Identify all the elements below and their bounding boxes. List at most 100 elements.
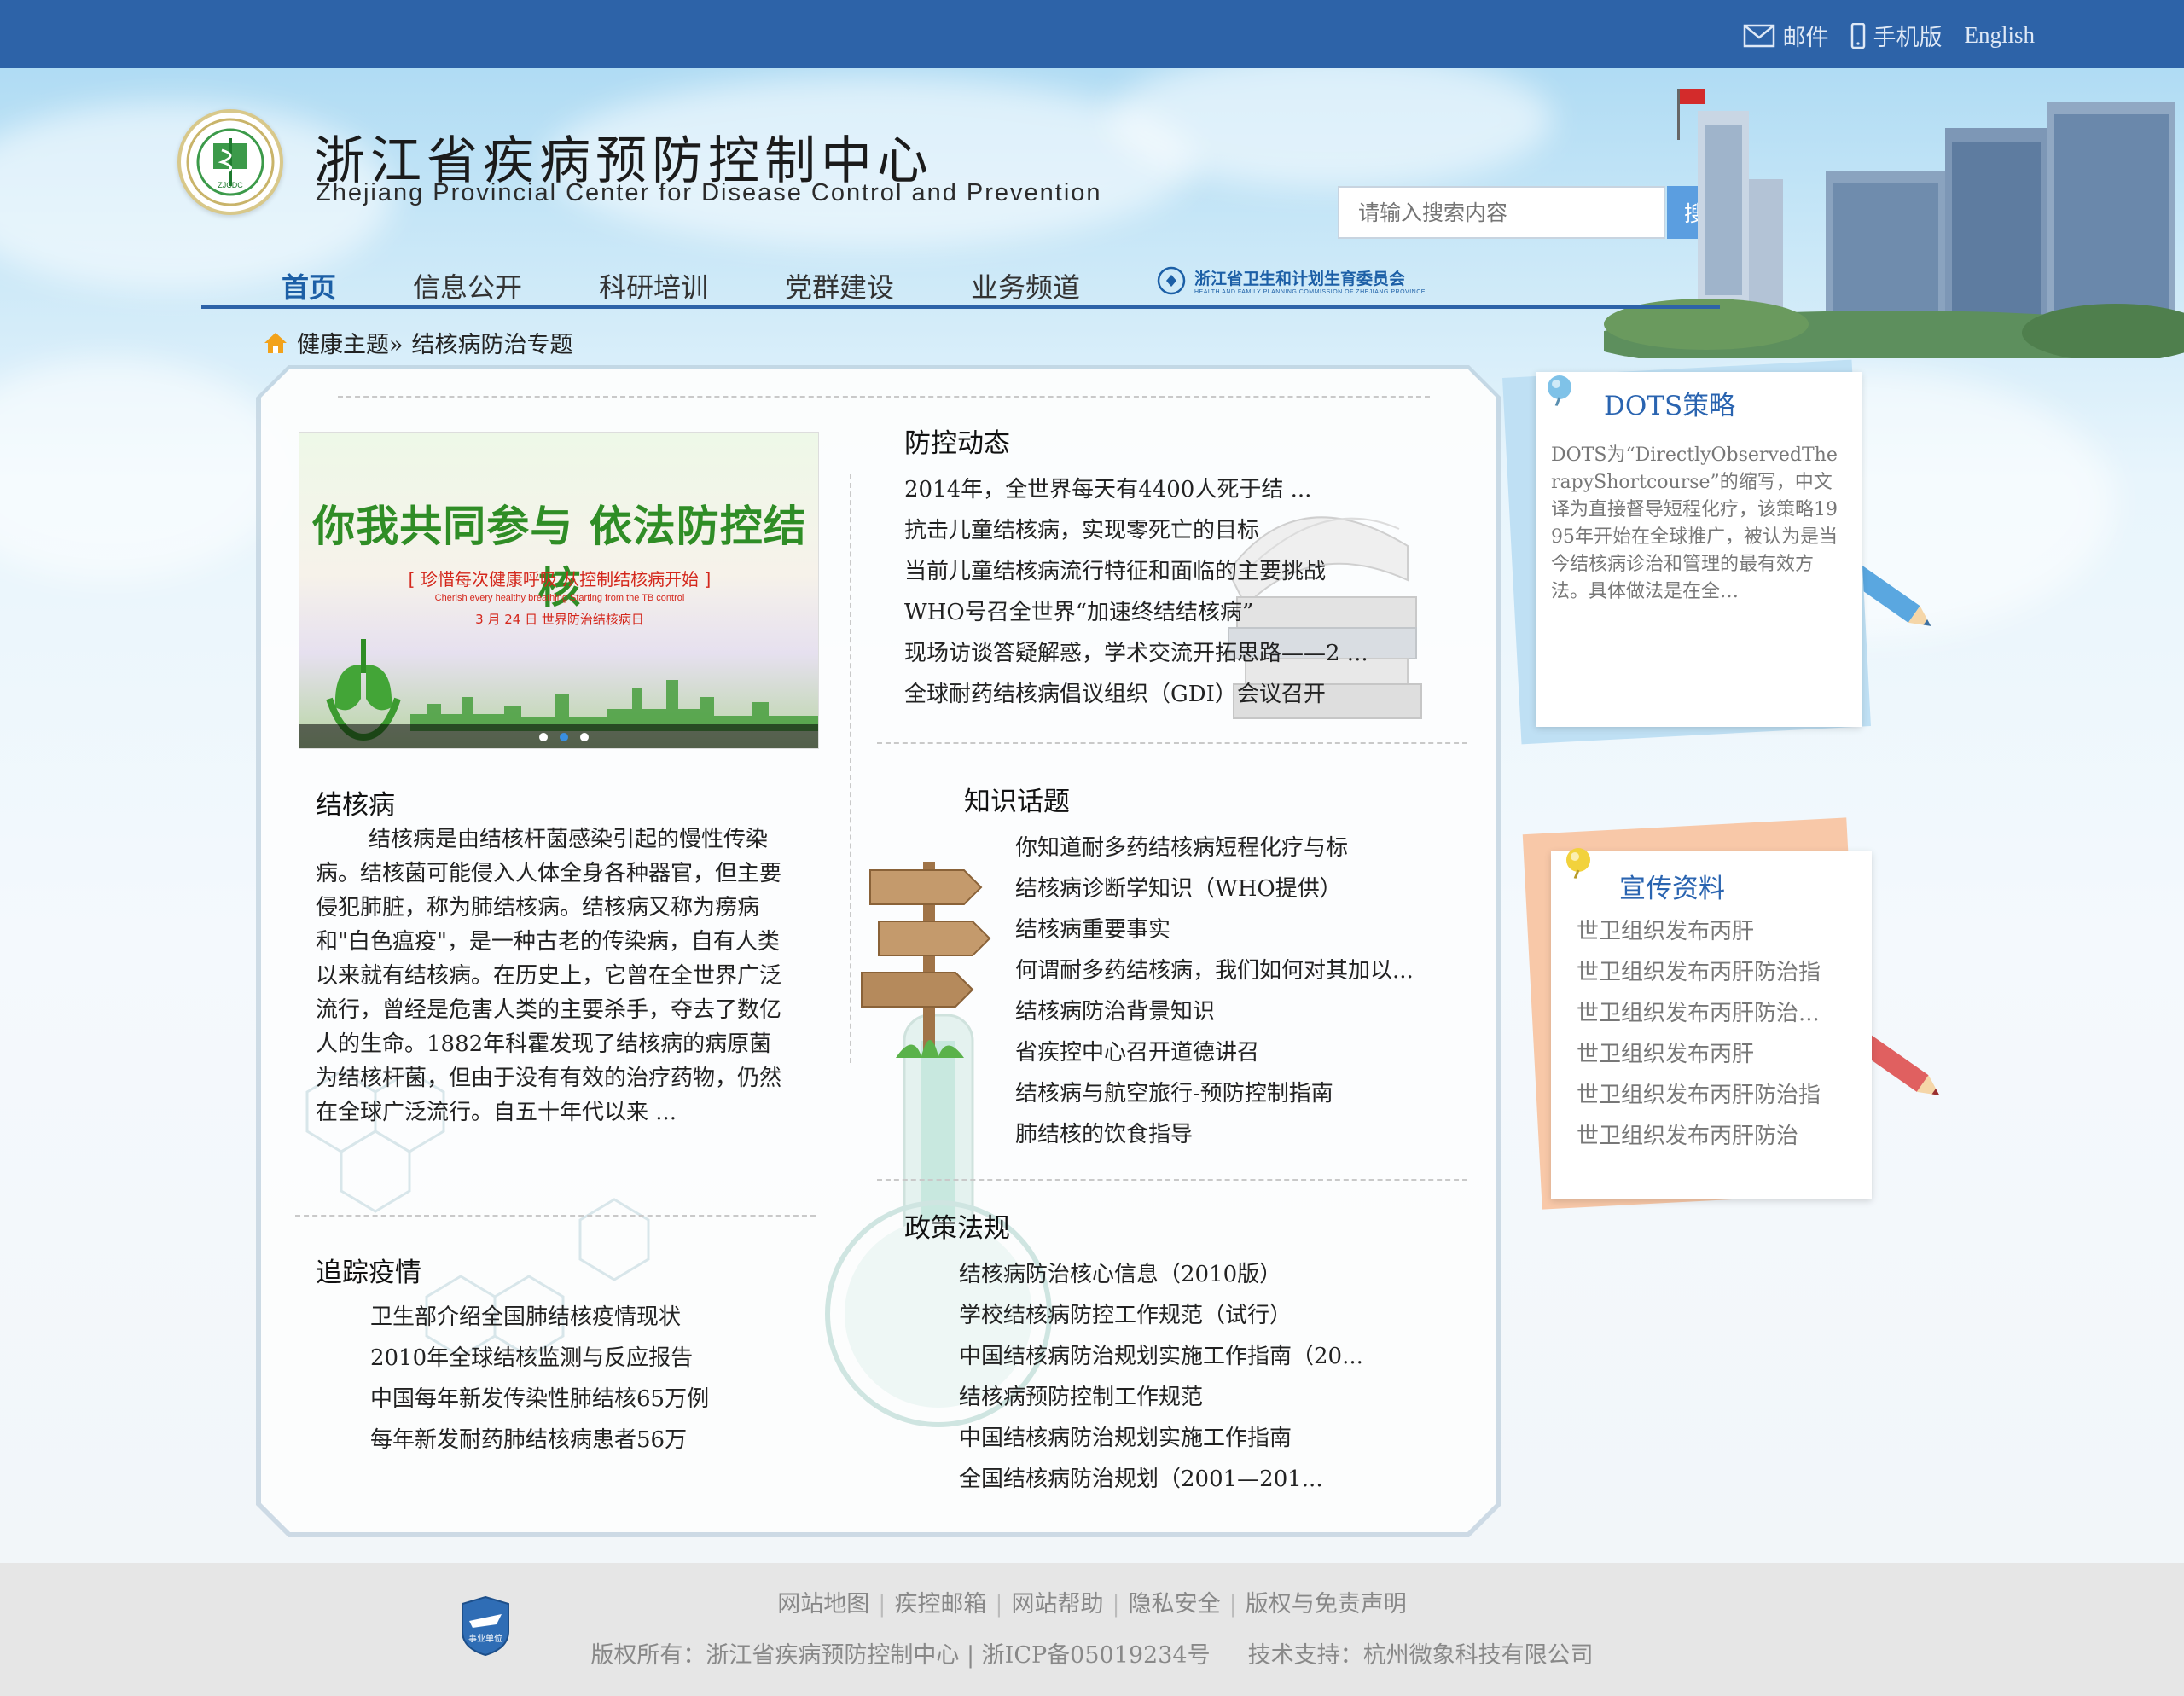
list-item[interactable]: 卫生部介绍全国肺结核疫情现状 xyxy=(370,1297,709,1338)
nav-research-training[interactable]: 科研培训 xyxy=(599,266,708,305)
list-item[interactable]: 肺结核的饮食指导 xyxy=(1015,1114,1414,1155)
list-item[interactable]: 世卫组织发布丙肝防治 xyxy=(1577,1116,1821,1157)
mail-link-label: 邮件 xyxy=(1782,25,1829,51)
site-subtitle-en: Zhejiang Provincial Center for Disease C… xyxy=(316,179,1102,206)
footer-link-copyright[interactable]: 版权与免责声明 xyxy=(1246,1591,1407,1618)
footer-links: 网站地图 | 疾控邮箱 | 网站帮助 | 隐私安全 | 版权与免责声明 xyxy=(0,1585,2184,1618)
list-item[interactable]: 省疾控中心召开道德讲召 xyxy=(1015,1032,1414,1073)
cdc-building-image xyxy=(1604,89,2184,358)
list-item[interactable]: 全球耐药结核病倡议组织（GDI）会议召开 xyxy=(904,674,1368,715)
dots-title[interactable]: DOTS策略 xyxy=(1604,384,1735,422)
home-icon[interactable] xyxy=(263,331,288,355)
breadcrumb-parent[interactable]: 健康主题» xyxy=(297,326,404,359)
nav-party-building[interactable]: 党群建设 xyxy=(785,266,894,305)
list-item[interactable]: 每年新发耐药肺结核病患者56万 xyxy=(370,1420,709,1461)
list-item[interactable]: 现场访谈答疑解惑，学术交流开拓思路——2 ... xyxy=(904,633,1368,674)
pushpin-icon xyxy=(1566,848,1590,879)
mail-link[interactable]: 邮件 xyxy=(1743,19,1828,52)
list-item[interactable]: 世卫组织发布丙肝防治指 xyxy=(1577,952,1821,993)
list-item[interactable]: 2010年全球结核监测与反应报告 xyxy=(370,1338,709,1379)
separator: | xyxy=(1112,1591,1120,1618)
tb-intro-title: 结核病 xyxy=(316,790,395,821)
health-commission-emblem-icon xyxy=(1157,266,1186,295)
city-skyline-illustration xyxy=(410,680,818,731)
list-item[interactable]: 抗击儿童结核病，实现零死亡的目标 xyxy=(904,510,1368,551)
footer xyxy=(0,1563,2184,1696)
list-item[interactable]: 中国结核病防治规划实施工作指南（20... xyxy=(959,1336,1363,1377)
svg-text:ZJCDC: ZJCDC xyxy=(218,181,243,189)
separator: | xyxy=(878,1591,886,1618)
list-item[interactable]: 结核病防治核心信息（2010版） xyxy=(959,1254,1363,1295)
footer-link-privacy[interactable]: 隐私安全 xyxy=(1129,1591,1221,1618)
cdc-logo[interactable]: ZJCDC xyxy=(177,109,283,215)
list-item[interactable]: 结核病预防控制工作规范 xyxy=(959,1377,1363,1418)
banner-caption-bar xyxy=(299,724,818,748)
tech-support-text: 技术支持：杭州微象科技有限公司 xyxy=(1247,1642,1594,1669)
footer-link-sitemap[interactable]: 网站地图 xyxy=(777,1591,869,1618)
banner-subtitle: [ 珍惜每次健康呼吸 从控制结核病开始 ] xyxy=(408,569,712,590)
list-item[interactable]: 世卫组织发布丙肝 xyxy=(1577,1034,1821,1075)
breadcrumb: 健康主题» 结核病防治专题 xyxy=(263,326,573,359)
divider xyxy=(295,1215,816,1217)
slide-dot[interactable] xyxy=(539,733,548,741)
publicity-list: 世卫组织发布丙肝 世卫组织发布丙肝防治指 世卫组织发布丙肝防治... 世卫组织发… xyxy=(1577,911,1821,1157)
list-item[interactable]: 当前儿童结核病流行特征和面临的主要挑战 xyxy=(904,551,1368,592)
list-item[interactable]: 中国每年新发传染性肺结核65万例 xyxy=(370,1379,709,1420)
mail-icon xyxy=(1744,24,1775,47)
news-list: 2014年，全世界每天有4400人死于结 ... 抗击儿童结核病，实现零死亡的目… xyxy=(904,469,1368,715)
signpost-illustration xyxy=(861,862,991,1058)
list-item[interactable]: WHO号召全世界“加速终结结核病” xyxy=(904,592,1368,633)
banner-date: 3 月 24 日 世界防治结核病日 xyxy=(475,612,644,627)
mobile-link[interactable]: 手机版 xyxy=(1850,19,1942,52)
english-link[interactable]: English xyxy=(1964,22,2035,49)
footer-link-mailbox[interactable]: 疾控邮箱 xyxy=(894,1591,986,1618)
breadcrumb-current: 结核病防治专题 xyxy=(411,332,573,358)
list-item[interactable]: 世卫组织发布丙肝防治指 xyxy=(1577,1075,1821,1116)
publicity-title[interactable]: 宣传资料 xyxy=(1619,867,1725,905)
epidemic-title: 追踪疫情 xyxy=(316,1257,421,1288)
slide-dot[interactable] xyxy=(580,733,589,741)
mobile-phone-icon xyxy=(1851,22,1866,49)
dots-text: DOTS为“DirectlyObservedTherapyShortcourse… xyxy=(1551,444,1838,602)
separator: | xyxy=(995,1591,1003,1618)
list-item[interactable]: 全国结核病防治规划（2001—201... xyxy=(959,1459,1363,1500)
epidemic-list: 卫生部介绍全国肺结核疫情现状 2010年全球结核监测与反应报告 中国每年新发传染… xyxy=(370,1297,709,1461)
list-item[interactable]: 结核病与航空旅行-预防控制指南 xyxy=(1015,1073,1414,1114)
divider xyxy=(877,742,1467,744)
nav-home[interactable]: 首页 xyxy=(282,266,336,305)
nav-info-disclosure[interactable]: 信息公开 xyxy=(413,266,522,305)
knowledge-list: 你知道耐多药结核病短程化疗与标 结核病诊断学知识（WHO提供） 结核病重要事实 … xyxy=(1015,828,1414,1155)
tb-intro-text: 结核病是由结核杆菌感染引起的慢性传染病。结核菌可能侵入人体全身各种器官，但主要侵… xyxy=(316,827,782,1125)
top-bar: 邮件 手机版 English xyxy=(0,0,2184,68)
knowledge-title: 知识话题 xyxy=(964,787,1070,817)
list-item[interactable]: 中国结核病防治规划实施工作指南 xyxy=(959,1418,1363,1459)
list-item[interactable]: 你知道耐多药结核病短程化疗与标 xyxy=(1015,828,1414,868)
health-commission-name: 浙江省卫生和计划生育委员会 xyxy=(1194,270,1406,288)
list-item[interactable]: 结核病诊断学知识（WHO提供） xyxy=(1015,868,1414,909)
slide-dot-active[interactable] xyxy=(560,733,568,741)
main-nav: 首页 信息公开 科研培训 党群建设 业务频道 浙江省卫生和计划生育委员会 HEA… xyxy=(201,256,1720,309)
list-item[interactable]: 世卫组织发布丙肝 xyxy=(1577,911,1821,952)
policy-list: 结核病防治核心信息（2010版） 学校结核病防控工作规范（试行） 中国结核病防治… xyxy=(959,1254,1363,1500)
health-commission-name-en: HEALTH AND FAMILY PLANNING COMMISSION OF… xyxy=(1194,289,1426,295)
footer-copyright: 版权所有：浙江省疾病预防控制中心 | 浙ICP备05019234号 技术支持：杭州… xyxy=(0,1636,2184,1670)
nav-business-channel[interactable]: 业务频道 xyxy=(971,266,1080,305)
footer-link-help[interactable]: 网站帮助 xyxy=(1012,1591,1104,1618)
copyright-text: 版权所有：浙江省疾病预防控制中心 | 浙ICP备05019234号 xyxy=(590,1642,1211,1669)
news-title: 防控动态 xyxy=(904,428,1010,459)
separator: | xyxy=(1228,1591,1237,1618)
list-item[interactable]: 何谓耐多药结核病，我们如何对其加以... xyxy=(1015,950,1414,991)
list-item[interactable]: 2014年，全世界每天有4400人死于结 ... xyxy=(904,469,1368,510)
health-commission-link[interactable]: 浙江省卫生和计划生育委员会 HEALTH AND FAMILY PLANNING… xyxy=(1157,266,1426,295)
divider xyxy=(850,474,851,1063)
pushpin-icon xyxy=(1548,375,1571,406)
list-item[interactable]: 结核病重要事实 xyxy=(1015,909,1414,950)
policy-title: 政策法规 xyxy=(904,1213,1010,1244)
list-item[interactable]: 学校结核病防控工作规范（试行） xyxy=(959,1295,1363,1336)
cdc-emblem-icon: ZJCDC xyxy=(186,118,275,206)
top-links: 邮件 手机版 English xyxy=(1743,19,2035,52)
banner-slideshow[interactable]: 你我共同参与 依法防控结核 [ 珍惜每次健康呼吸 从控制结核病开始 ] Cher… xyxy=(299,432,819,749)
list-item[interactable]: 世卫组织发布丙肝防治... xyxy=(1577,993,1821,1034)
list-item[interactable]: 结核病防治背景知识 xyxy=(1015,991,1414,1032)
banner-subtitle-en: Cherish every healthy breathing Starting… xyxy=(434,593,685,603)
